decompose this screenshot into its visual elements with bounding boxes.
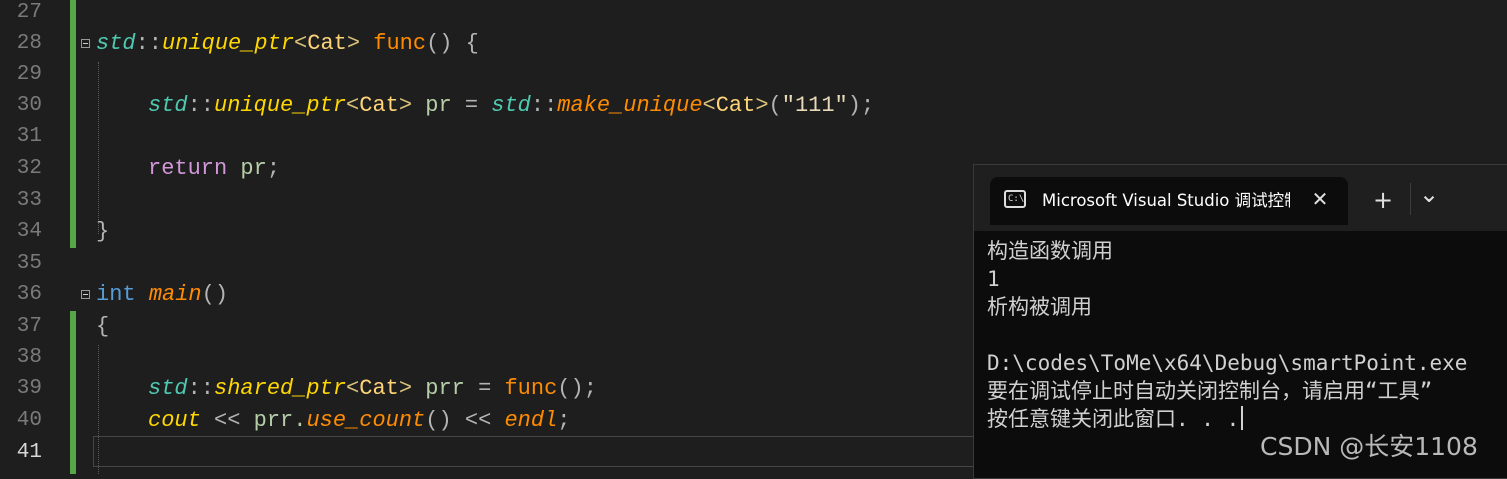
token-namespace: std <box>491 93 531 118</box>
token-scope: :: <box>135 31 163 56</box>
code-text: cout << prr.use_count() << endl; <box>148 405 571 436</box>
token-scope: :: <box>187 93 215 118</box>
token-class: Cat <box>715 93 756 118</box>
token-punct: () { <box>426 31 479 56</box>
code-line[interactable]: 27 <box>0 0 1507 28</box>
close-icon[interactable]: ✕ <box>1308 187 1332 211</box>
token-variable: prr. <box>253 408 307 433</box>
token-function: use_count <box>306 408 426 433</box>
line-number: 31 <box>16 125 42 148</box>
console-prompt-text: 按任意键关闭此窗口. . . <box>987 407 1240 431</box>
token-angle: > <box>398 93 413 118</box>
line-number: 40 <box>16 409 42 432</box>
token-angle: < <box>702 93 716 118</box>
console-tab-title: Microsoft Visual Studio 调试控制台 <box>1042 191 1290 210</box>
code-line[interactable]: 31 <box>0 121 1507 152</box>
console-output-line: 要在调试停止时自动关闭控制台，请启用“工具” <box>987 379 1433 403</box>
token-variable: pr <box>227 156 267 181</box>
text-cursor <box>1241 406 1244 430</box>
token-keyword: int <box>96 282 136 307</box>
token-punct: ); <box>847 93 875 118</box>
line-number: 33 <box>16 189 42 212</box>
token-keyword: return <box>148 156 228 181</box>
line-number: 30 <box>16 94 42 117</box>
code-line[interactable]: 29 <box>0 59 1507 90</box>
console-tab-bar: C:\ Microsoft Visual Studio 调试控制台 ✕ + ⌄ <box>974 165 1507 231</box>
toolbar-divider <box>1410 183 1411 215</box>
console-tab[interactable]: C:\ Microsoft Visual Studio 调试控制台 ✕ <box>990 177 1348 225</box>
line-number: 35 <box>16 252 42 275</box>
line-number: 39 <box>16 377 42 400</box>
token-punct: () <box>201 282 229 307</box>
token-namespace: std <box>148 93 188 118</box>
token-operator: = <box>464 376 505 401</box>
token-scope: :: <box>187 376 215 401</box>
token-class: Cat <box>359 93 399 118</box>
token-namespace: std <box>96 31 136 56</box>
token-variable: prr <box>412 376 465 401</box>
line-number: 41 <box>16 441 42 464</box>
code-text: std::unique_ptr<Cat> func() { <box>96 28 479 59</box>
token-angle: > <box>398 376 413 401</box>
line-number: 36 <box>16 283 42 306</box>
token-operator: << <box>451 408 505 433</box>
token-function: main <box>148 282 202 307</box>
token-scope: :: <box>530 93 558 118</box>
token-variable: pr <box>412 93 452 118</box>
token-type: shared_ptr <box>214 376 347 401</box>
token-function: func <box>373 31 427 56</box>
code-text: int main() <box>96 279 228 310</box>
token-angle: > <box>755 93 769 118</box>
new-tab-button[interactable]: + <box>1368 187 1398 213</box>
line-number: 29 <box>16 63 42 86</box>
code-text: { <box>96 311 109 342</box>
code-text: std::unique_ptr<Cat> pr = std::make_uniq… <box>148 90 874 121</box>
line-number: 28 <box>16 32 42 55</box>
token-function: make_unique <box>557 93 703 118</box>
code-line[interactable]: 30 std::unique_ptr<Cat> pr = std::make_u… <box>0 90 1507 121</box>
watermark: CSDN @长安1108 <box>1260 432 1478 461</box>
line-number: 37 <box>16 315 42 338</box>
token-function: endl <box>504 408 558 433</box>
code-text: std::shared_ptr<Cat> prr = func(); <box>148 373 597 404</box>
console-output-line-prompt: 按任意键关闭此窗口. . . <box>987 405 1507 433</box>
token-punct: ; <box>557 408 571 433</box>
terminal-icon: C:\ <box>1004 190 1026 208</box>
token-punct: () <box>425 408 452 433</box>
console-output-line: 析构被调用 <box>987 295 1092 319</box>
chevron-down-icon[interactable]: ⌄ <box>1414 181 1444 207</box>
token-type: unique_ptr <box>214 93 347 118</box>
token-punct: ( <box>768 93 782 118</box>
token-punct: ; <box>266 156 281 181</box>
token-class: Cat <box>307 31 347 56</box>
code-text: } <box>96 216 109 247</box>
token-type: unique_ptr <box>162 31 295 56</box>
token-operator: = <box>451 93 492 118</box>
token-namespace: std <box>148 376 188 401</box>
line-number: 27 <box>16 1 42 24</box>
console-output-line: D:\codes\ToMe\x64\Debug\smartPoint.exe <box>987 351 1468 375</box>
token-brace: { <box>96 314 110 339</box>
token-angle: < <box>346 376 360 401</box>
console-output-line: 1 <box>987 267 1000 291</box>
line-number: 32 <box>16 157 42 180</box>
code-line[interactable]: 28 std::unique_ptr<Cat> func() { <box>0 28 1507 59</box>
line-number: 38 <box>16 346 42 369</box>
token-string: "111" <box>781 93 848 118</box>
token-angle: > <box>346 31 361 56</box>
token-angle: < <box>294 31 308 56</box>
token-function: func <box>504 376 558 401</box>
token-angle: < <box>346 93 360 118</box>
token-operator: << <box>200 408 254 433</box>
token-punct: (); <box>557 376 597 401</box>
token-brace: } <box>96 219 110 244</box>
code-text: return pr; <box>148 153 280 184</box>
token-object: cout <box>148 408 201 433</box>
line-number: 34 <box>16 220 42 243</box>
token-class: Cat <box>359 376 399 401</box>
console-output-line: 构造函数调用 <box>987 239 1113 263</box>
